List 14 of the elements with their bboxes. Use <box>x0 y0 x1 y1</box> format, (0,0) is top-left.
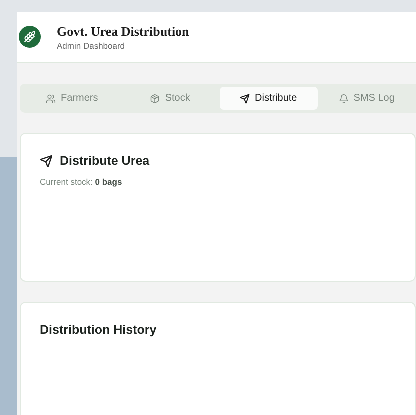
stock-text: Current stock: 0 bags <box>40 177 124 187</box>
bell-icon <box>338 94 349 104</box>
card-title: Distribution History <box>40 323 157 337</box>
paper-plane-icon <box>40 154 53 168</box>
app-subtitle: Admin Dashboard <box>57 40 126 50</box>
card-title: Distribute Urea <box>60 154 150 168</box>
tab[interactable]: Farmers <box>23 87 122 110</box>
people-icon <box>46 94 56 104</box>
tab[interactable]: Stock <box>121 87 220 110</box>
tab[interactable]: Distribute <box>220 87 318 110</box>
app-title: Govt. Urea Distribution <box>57 24 190 40</box>
paper-plane-icon <box>240 94 250 104</box>
box-icon <box>150 94 160 104</box>
tab[interactable]: SMS Log <box>318 87 416 110</box>
